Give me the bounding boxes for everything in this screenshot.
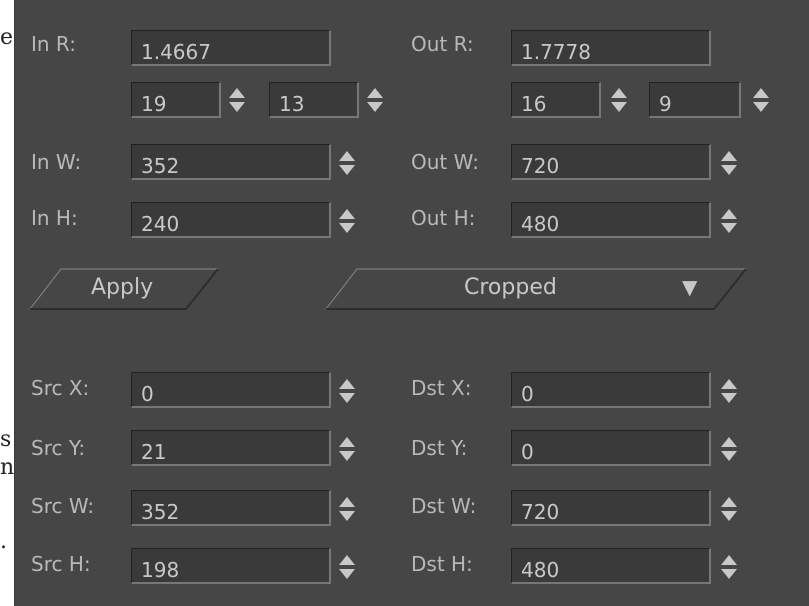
src-y-spinner[interactable] (337, 434, 357, 464)
out-ratio-numerator-spinner[interactable] (609, 85, 629, 115)
out-r-label: Out R: (411, 32, 474, 56)
out-width-field[interactable]: 720 (511, 144, 711, 180)
in-ratio-denominator-spinner[interactable] (365, 85, 385, 115)
up-down-spinner-icon (721, 437, 737, 461)
up-down-spinner-icon (367, 88, 383, 112)
up-down-spinner-icon (339, 555, 355, 579)
out-ratio-field[interactable]: 1.7778 (511, 30, 711, 66)
in-w-label: In W: (31, 150, 82, 174)
up-down-spinner-icon (753, 88, 769, 112)
out-w-label: Out W: (411, 150, 479, 174)
up-down-spinner-icon (339, 379, 355, 403)
dst-w-spinner[interactable] (719, 494, 739, 524)
crop-mode-value: Cropped (464, 275, 557, 300)
apply-button-label: Apply (91, 275, 154, 300)
dst-h-field[interactable]: 480 (511, 548, 711, 584)
crop-mode-dropdown[interactable]: Cropped ▼ (325, 268, 747, 310)
in-height-field[interactable]: 240 (131, 202, 331, 238)
in-h-label: In H: (31, 206, 78, 230)
dst-w-label: Dst W: (411, 494, 477, 518)
up-down-spinner-icon (721, 497, 737, 521)
src-y-label: Src Y: (31, 436, 86, 460)
out-width-spinner[interactable] (719, 148, 739, 178)
out-ratio-denominator-spinner[interactable] (751, 85, 771, 115)
in-width-spinner[interactable] (337, 148, 357, 178)
up-down-spinner-icon (611, 88, 627, 112)
dst-x-spinner[interactable] (719, 376, 739, 406)
up-down-spinner-icon (721, 379, 737, 403)
src-y-field[interactable]: 21 (131, 430, 331, 466)
up-down-spinner-icon (339, 151, 355, 175)
out-ratio-numerator-field[interactable]: 16 (511, 82, 601, 118)
src-w-label: Src W: (31, 494, 95, 518)
up-down-spinner-icon (721, 209, 737, 233)
dst-y-label: Dst Y: (411, 436, 468, 460)
src-h-spinner[interactable] (337, 552, 357, 582)
up-down-spinner-icon (339, 497, 355, 521)
src-x-label: Src X: (31, 376, 90, 400)
dst-w-field[interactable]: 720 (511, 490, 711, 526)
src-h-label: Src H: (31, 552, 91, 576)
out-ratio-denominator-field[interactable]: 9 (649, 82, 741, 118)
aspect-ratio-panel: In R: 1.4667 Out R: 1.7778 19 13 16 9 In… (14, 0, 809, 606)
dst-y-spinner[interactable] (719, 434, 739, 464)
src-h-field[interactable]: 198 (131, 548, 331, 584)
dst-h-spinner[interactable] (719, 552, 739, 582)
up-down-spinner-icon (339, 437, 355, 461)
in-ratio-denominator-field[interactable]: 13 (269, 82, 359, 118)
up-down-spinner-icon (721, 151, 737, 175)
in-height-spinner[interactable] (337, 206, 357, 236)
up-down-spinner-icon (721, 555, 737, 579)
out-height-spinner[interactable] (719, 206, 739, 236)
dst-x-field[interactable]: 0 (511, 372, 711, 408)
in-ratio-numerator-spinner[interactable] (227, 85, 247, 115)
src-x-field[interactable]: 0 (131, 372, 331, 408)
apply-button[interactable]: Apply (29, 268, 219, 310)
in-ratio-field[interactable]: 1.4667 (131, 30, 331, 66)
out-h-label: Out H: (411, 206, 476, 230)
in-width-field[interactable]: 352 (131, 144, 331, 180)
in-r-label: In R: (31, 32, 76, 56)
src-x-spinner[interactable] (337, 376, 357, 406)
dst-x-label: Dst X: (411, 376, 472, 400)
in-ratio-numerator-field[interactable]: 19 (131, 82, 221, 118)
up-down-spinner-icon (229, 88, 245, 112)
out-height-field[interactable]: 480 (511, 202, 711, 238)
dst-y-field[interactable]: 0 (511, 430, 711, 466)
chevron-down-icon: ▼ (682, 275, 698, 299)
dst-h-label: Dst H: (411, 552, 473, 576)
up-down-spinner-icon (339, 209, 355, 233)
src-w-spinner[interactable] (337, 494, 357, 524)
src-w-field[interactable]: 352 (131, 490, 331, 526)
